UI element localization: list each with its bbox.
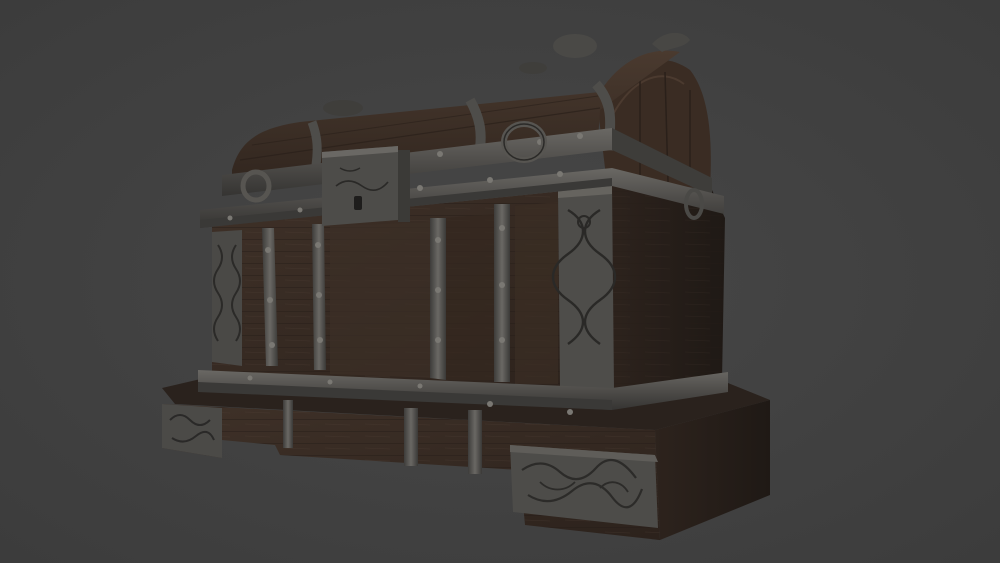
- left-corner-post: [212, 230, 242, 366]
- base-strap: [283, 400, 293, 448]
- treasure-chest-render: [162, 32, 770, 540]
- left-carved-panel: [162, 404, 222, 458]
- lid-rib: [307, 120, 322, 166]
- front-plank-panel: [515, 202, 558, 384]
- lid-ornament: [652, 32, 690, 52]
- render-viewport: [0, 0, 1000, 563]
- base-strap: [468, 410, 482, 474]
- front-plank-panel: [445, 214, 495, 380]
- lid-ornament: [323, 100, 363, 116]
- front-plank-panel: [330, 222, 432, 378]
- right-corner-post: [551, 186, 617, 390]
- keyhole-icon: [354, 196, 362, 210]
- lock-hasp: [322, 146, 410, 226]
- base-strap: [404, 408, 418, 466]
- lid-ornament: [553, 34, 597, 58]
